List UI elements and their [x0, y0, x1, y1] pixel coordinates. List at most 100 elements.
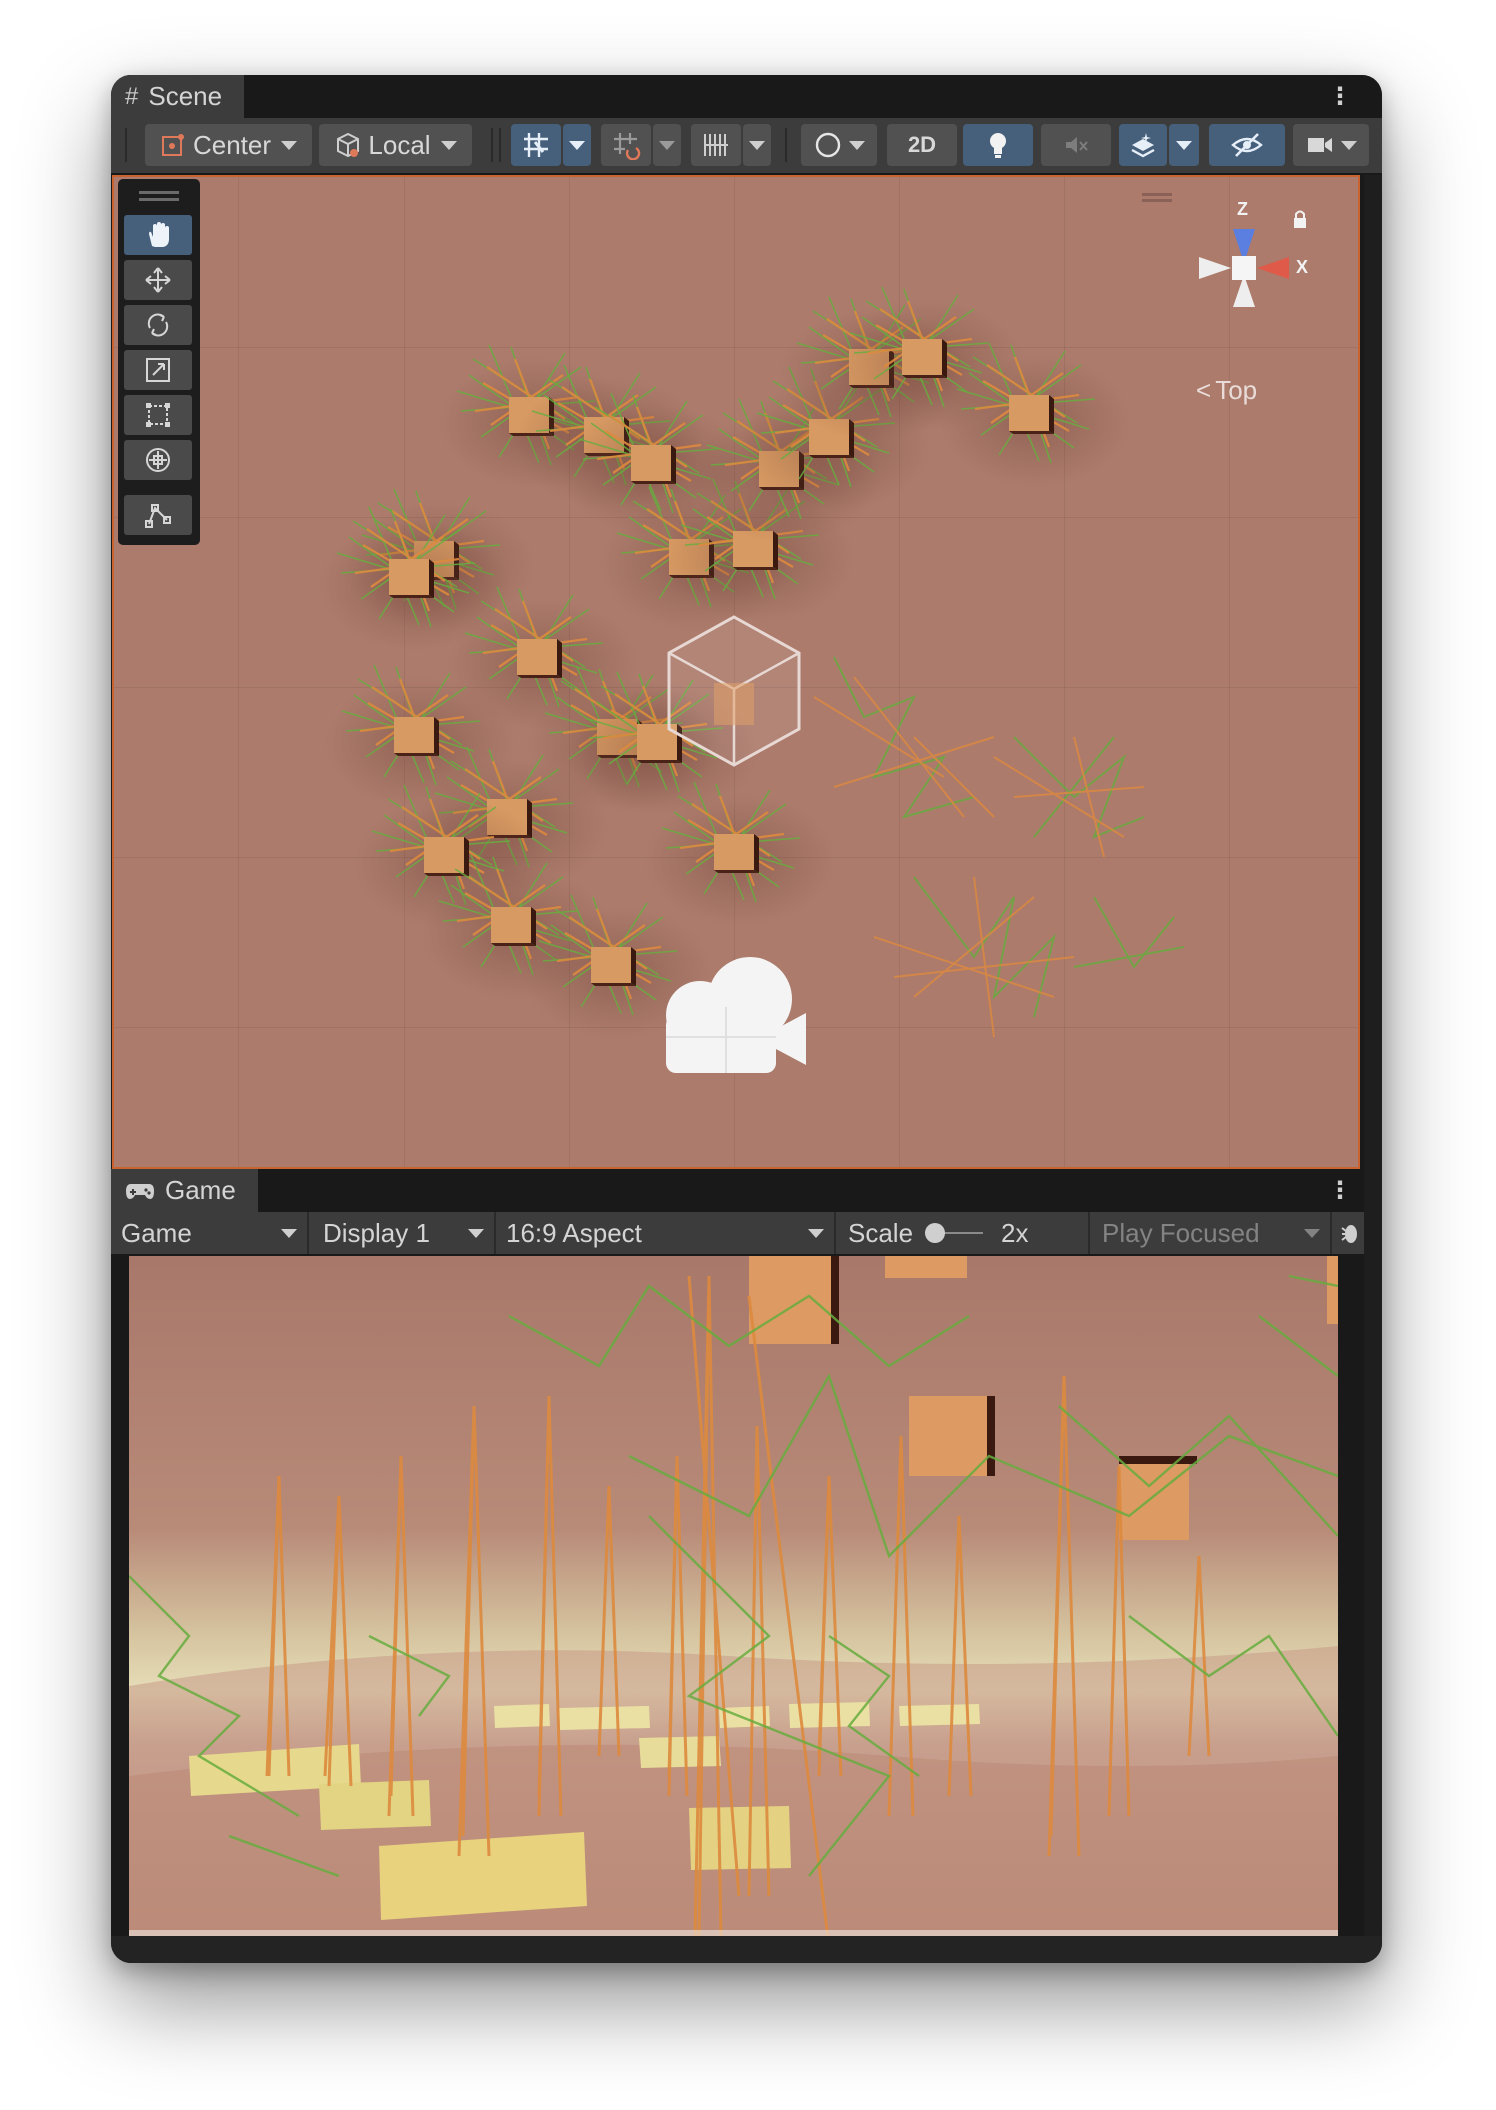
- toolbar-divider: [125, 128, 127, 162]
- grid-snap-menu[interactable]: [563, 124, 591, 166]
- grid-visibility-icon: [704, 134, 728, 156]
- grid-visibility-menu[interactable]: [743, 124, 771, 166]
- rotate-tool-button[interactable]: [124, 305, 192, 345]
- pivot-mode-dropdown[interactable]: Center: [145, 124, 312, 166]
- editor-window: # Scene ⋮ Center Local 2D Z X < Top Game…: [111, 75, 1382, 1963]
- grid-snap-toggle[interactable]: [511, 124, 561, 166]
- scale-value: 2x: [1001, 1217, 1029, 1248]
- chevron-down-icon: [1176, 140, 1192, 150]
- chevron-down-icon: [281, 1228, 297, 1238]
- hand-icon: [149, 222, 169, 247]
- pivot-center-icon: [161, 134, 184, 156]
- chevron-left-icon: <: [1196, 375, 1212, 405]
- chevron-down-icon: [569, 140, 585, 150]
- game-render: [129, 1256, 1338, 1936]
- increment-snap-menu[interactable]: [653, 124, 681, 166]
- overlay-handle: [1142, 193, 1172, 196]
- transform-tool-button[interactable]: [124, 440, 192, 480]
- grid-visibility-toggle[interactable]: [691, 124, 741, 166]
- local-cube-icon: [337, 132, 360, 158]
- rect-tool-button[interactable]: [124, 395, 192, 435]
- scene-effects-menu[interactable]: [1169, 124, 1199, 166]
- scene-tab[interactable]: # Scene: [111, 75, 245, 118]
- scene-camera-dropdown[interactable]: [1293, 124, 1369, 166]
- hand-tool-button[interactable]: [124, 215, 192, 255]
- aspect-label: 16:9 Aspect: [506, 1217, 642, 1248]
- scene-viewport[interactable]: Z X < Top: [112, 175, 1360, 1169]
- tools-overlay: [118, 179, 200, 545]
- hash-grid-icon: #: [125, 82, 139, 110]
- toolbar-divider: [785, 128, 787, 162]
- game-view-label: Game: [121, 1217, 192, 1248]
- shaded-sphere-icon: [815, 132, 841, 158]
- grid-snap-icon: [524, 133, 548, 157]
- slider-thumb[interactable]: [925, 1223, 946, 1243]
- custom-tool-button[interactable]: [124, 495, 192, 535]
- overlay-handle: [1142, 199, 1172, 202]
- overlay-grip: [139, 191, 179, 194]
- scene-more-menu-icon[interactable]: ⋮: [1328, 75, 1352, 118]
- axis-x-label: X: [1296, 257, 1309, 277]
- game-viewport[interactable]: [129, 1256, 1338, 1936]
- scene-audio-toggle[interactable]: [1041, 124, 1111, 166]
- display-label: Display 1: [323, 1217, 430, 1248]
- 2d-mode-toggle[interactable]: 2D: [887, 124, 957, 166]
- move-tool-button[interactable]: [124, 260, 192, 300]
- scale-control: Scale 2x: [836, 1212, 1090, 1254]
- scene-toolbar: Center Local 2D: [111, 118, 1382, 173]
- scene-tab-bar: # Scene ⋮: [111, 75, 1382, 118]
- scene-effects-toggle[interactable]: [1119, 124, 1167, 166]
- 2d-mode-label: 2D: [907, 132, 937, 157]
- scene-lighting-toggle[interactable]: [963, 124, 1033, 166]
- chevron-down-icon: [1304, 1228, 1320, 1238]
- vertical-scrollbar[interactable]: [1364, 175, 1382, 1963]
- custom-tool-icon: [145, 504, 171, 528]
- play-mode-dropdown[interactable]: Play Focused: [1090, 1212, 1332, 1254]
- overlay-grip: [139, 198, 179, 201]
- eye-hidden-icon: [1231, 133, 1263, 157]
- pivot-mode-label: Center: [192, 129, 272, 160]
- rotate-icon: [147, 313, 169, 337]
- audio-muted-icon: [1066, 137, 1088, 153]
- gamepad-icon: [126, 1183, 154, 1199]
- chevron-down-icon: [749, 140, 765, 150]
- video-camera-icon: [1308, 138, 1332, 152]
- window-bottom-bar: [111, 1936, 1382, 1963]
- view-projection-label[interactable]: < Top: [1196, 375, 1257, 406]
- chevron-down-icon: [808, 1228, 824, 1238]
- bug-icon[interactable]: [1340, 1218, 1358, 1248]
- transform-icon: [146, 448, 170, 472]
- aspect-dropdown[interactable]: 16:9 Aspect: [496, 1212, 836, 1254]
- toolbar-divider: [499, 128, 501, 162]
- pivot-rotation-label: Local: [368, 129, 431, 160]
- chevron-down-icon: [281, 140, 298, 150]
- game-tab[interactable]: Game: [111, 1169, 258, 1212]
- move-arrows-icon: [145, 267, 171, 293]
- green-outline-plants: [813, 656, 1185, 1038]
- axis-z-label: Z: [1237, 199, 1248, 219]
- game-more-menu-icon[interactable]: ⋮: [1328, 1169, 1352, 1212]
- orientation-gizmo[interactable]: Z X < Top: [1169, 199, 1319, 419]
- increment-snap-toggle[interactable]: [601, 124, 651, 166]
- scale-label: Scale: [848, 1217, 914, 1248]
- toolbar-divider: [491, 128, 493, 162]
- increment-snap-icon: [614, 133, 641, 160]
- game-view-dropdown[interactable]: Game: [111, 1212, 309, 1254]
- scale-tool-button[interactable]: [124, 350, 192, 390]
- layers-effects-icon: [1131, 133, 1155, 158]
- chevron-down-icon: [440, 140, 457, 150]
- scene-tab-label: Scene: [148, 81, 223, 111]
- pivot-rotation-dropdown[interactable]: Local: [319, 124, 472, 166]
- game-tab-bar: Game ⋮: [111, 1169, 1382, 1212]
- view-name-label: Top: [1215, 375, 1258, 405]
- rect-transform-icon: [146, 403, 170, 427]
- chevron-down-icon: [849, 140, 865, 150]
- draw-mode-dropdown[interactable]: [801, 124, 877, 166]
- lock-icon: [1294, 218, 1306, 228]
- scale-icon: [146, 358, 170, 382]
- lightbulb-icon: [990, 133, 1006, 158]
- display-dropdown[interactable]: Display 1: [309, 1212, 496, 1254]
- scale-slider[interactable]: [925, 1223, 984, 1243]
- hidden-objects-toggle[interactable]: [1209, 124, 1285, 166]
- game-tab-label: Game: [165, 1175, 236, 1205]
